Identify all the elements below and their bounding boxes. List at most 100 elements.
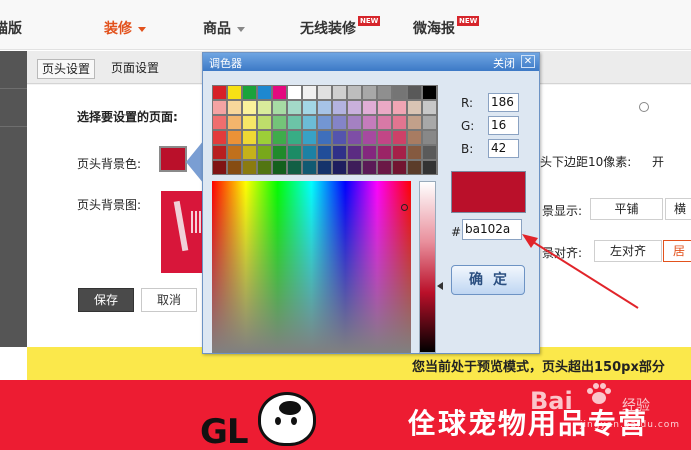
palette-swatch[interactable] [228,146,241,159]
palette-swatch[interactable] [393,116,406,129]
palette-swatch[interactable] [378,101,391,114]
palette-swatch[interactable] [423,116,436,129]
palette-swatch[interactable] [273,131,286,144]
palette-swatch[interactable] [228,116,241,129]
palette-swatch[interactable] [213,116,226,129]
palette-swatch[interactable] [363,101,376,114]
palette-swatch[interactable] [213,131,226,144]
palette-swatch[interactable] [333,161,346,174]
palette-swatch[interactable] [303,116,316,129]
tab-header-settings[interactable]: 页头设置 [37,59,96,79]
nav-item-products[interactable]: 商品 [203,18,245,38]
palette-swatch[interactable] [258,86,271,99]
palette-swatch[interactable] [243,146,256,159]
spectrum-cursor[interactable] [401,204,408,211]
palette-swatch[interactable] [288,86,301,99]
palette-swatch[interactable] [273,161,286,174]
palette-swatch[interactable] [408,86,421,99]
palette-swatch[interactable] [273,146,286,159]
palette-swatch[interactable] [213,161,226,174]
palette-swatch[interactable] [258,161,271,174]
palette-swatch[interactable] [318,131,331,144]
palette-swatch[interactable] [348,161,361,174]
palette-swatch[interactable] [243,86,256,99]
palette-swatch[interactable] [393,146,406,159]
palette-swatch[interactable] [348,146,361,159]
palette-swatch[interactable] [258,146,271,159]
luminance-slider[interactable] [419,181,436,353]
tab-page-settings[interactable]: 页面设置 [107,59,163,79]
g-input[interactable]: 16 [488,116,519,135]
palette-swatch[interactable] [423,86,436,99]
nav-item-decorate[interactable]: 装修 [104,18,146,38]
palette-swatch[interactable] [288,116,301,129]
palette-swatch[interactable] [408,131,421,144]
palette-swatch[interactable] [303,146,316,159]
palette-swatch[interactable] [228,101,241,114]
palette-swatch[interactable] [258,131,271,144]
palette-swatch[interactable] [288,161,301,174]
palette-swatch[interactable] [423,131,436,144]
confirm-button[interactable]: 确定 [451,265,525,295]
palette-swatch[interactable] [303,101,316,114]
palette-swatch[interactable] [348,131,361,144]
palette-swatch[interactable] [393,86,406,99]
hex-input[interactable]: ba102a [462,219,522,240]
palette-swatch[interactable] [333,116,346,129]
bg-color-swatch[interactable] [159,146,187,172]
cancel-button[interactable]: 取消 [141,288,197,312]
display-horizontal-option[interactable]: 横 [665,198,691,220]
palette-swatch[interactable] [333,131,346,144]
radio-button[interactable] [639,102,649,112]
luminance-handle-icon[interactable] [437,282,443,290]
save-button[interactable]: 保存 [78,288,134,312]
palette-swatch[interactable] [303,86,316,99]
palette-swatch[interactable] [378,146,391,159]
palette-swatch[interactable] [243,116,256,129]
palette-swatch[interactable] [423,101,436,114]
b-input[interactable]: 42 [488,139,519,158]
palette-swatch[interactable] [393,161,406,174]
palette-swatch[interactable] [378,116,391,129]
palette-swatch[interactable] [333,101,346,114]
palette-swatch[interactable] [318,161,331,174]
palette-swatch[interactable] [348,116,361,129]
palette-swatch[interactable] [273,116,286,129]
palette-swatch[interactable] [408,116,421,129]
display-tile-option[interactable]: 平铺 [590,198,663,220]
palette-swatch[interactable] [258,101,271,114]
palette-swatch[interactable] [318,86,331,99]
palette-swatch[interactable] [393,131,406,144]
palette-swatch[interactable] [423,146,436,159]
palette-swatch[interactable] [228,86,241,99]
nav-item-template[interactable]: 描版 [0,18,22,38]
palette-swatch[interactable] [288,146,301,159]
palette-swatch[interactable] [303,131,316,144]
palette-swatch[interactable] [363,131,376,144]
palette-swatch[interactable] [228,161,241,174]
palette-swatch[interactable] [243,101,256,114]
palette-swatch[interactable] [333,86,346,99]
palette-swatch[interactable] [243,131,256,144]
align-center-option[interactable]: 居 [663,240,691,262]
palette-swatch[interactable] [378,86,391,99]
palette-swatch[interactable] [303,161,316,174]
palette-swatch[interactable] [213,86,226,99]
close-button[interactable]: 关闭 [493,55,515,71]
palette-swatch[interactable] [363,86,376,99]
palette-swatch[interactable] [288,131,301,144]
align-left-option[interactable]: 左对齐 [594,240,662,262]
palette-swatch[interactable] [348,86,361,99]
palette-swatch[interactable] [423,161,436,174]
palette-swatch[interactable] [213,146,226,159]
palette-swatch[interactable] [348,101,361,114]
palette-swatch[interactable] [333,146,346,159]
palette-swatch[interactable] [318,101,331,114]
palette-swatch[interactable] [258,116,271,129]
palette-swatch[interactable] [273,101,286,114]
nav-item-micro-poster[interactable]: 微海报 NEW [413,16,480,38]
palette-swatch[interactable] [288,101,301,114]
r-input[interactable]: 186 [488,93,519,112]
close-icon[interactable]: ✕ [521,55,535,68]
picker-titlebar[interactable]: 调色器 关闭 ✕ [203,53,539,71]
